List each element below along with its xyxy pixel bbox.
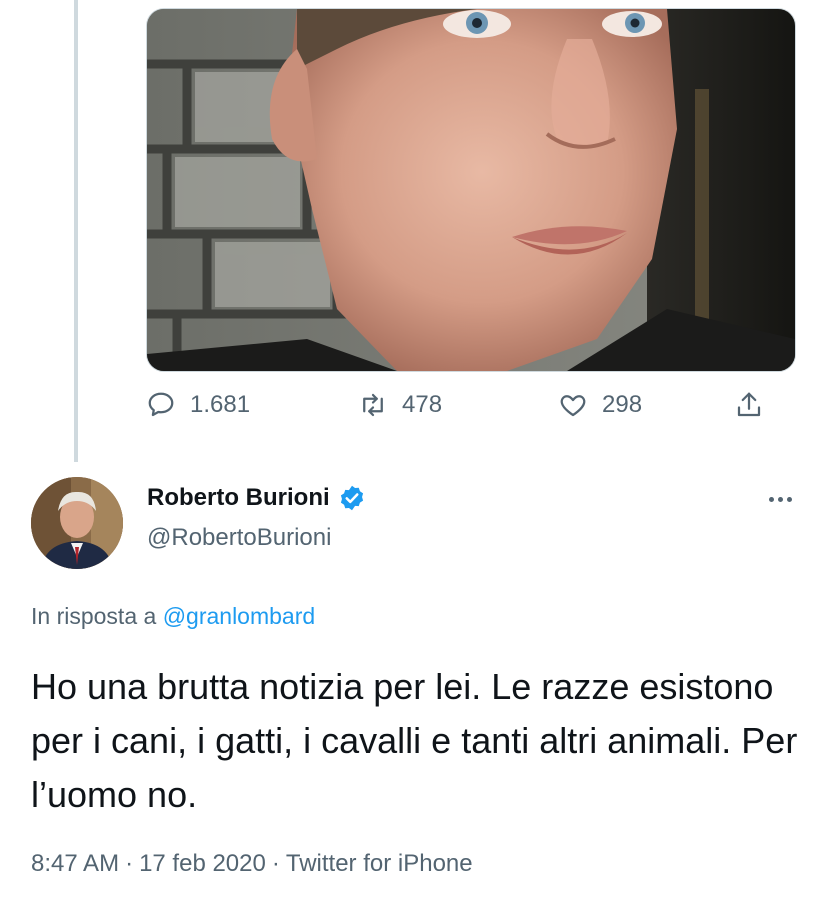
thread-connector-line (74, 0, 78, 462)
reply-prefix: In risposta a (31, 603, 157, 629)
like-count: 298 (602, 391, 643, 418)
like-action[interactable]: 298 (558, 390, 642, 420)
quoted-tweet-actions: 1.681 478 298 (146, 390, 806, 434)
reply-action[interactable]: 1.681 (146, 390, 250, 420)
tweet-metadata: 8:47 AM · 17 feb 2020 · Twitter for iPhone (31, 850, 473, 878)
verified-badge-icon (340, 485, 363, 511)
separator-dot: · (271, 850, 280, 877)
author-handle[interactable]: @RobertoBurioni (147, 524, 331, 552)
author-name-row[interactable]: Roberto Burioni (147, 484, 366, 512)
speech-bubble-icon (148, 392, 174, 417)
quoted-tweet-photo[interactable] (146, 8, 796, 372)
reply-count: 1.681 (190, 391, 251, 418)
tweet-time[interactable]: 8:47 AM (31, 850, 119, 877)
retweet-arrows-icon (363, 393, 383, 417)
heart-icon (560, 395, 586, 417)
share-upload-icon (737, 392, 761, 417)
reply-context: In risposta a @granlombard (31, 603, 315, 630)
retweet-action[interactable]: 478 (358, 390, 442, 420)
reply-to-mention-link[interactable]: @granlombard (163, 603, 315, 629)
tweet-date[interactable]: 17 feb 2020 (139, 850, 266, 877)
retweet-count: 478 (402, 391, 443, 418)
separator-dot: · (125, 850, 134, 877)
tweet-source: Twitter for iPhone (285, 850, 473, 877)
author-avatar[interactable] (31, 477, 123, 569)
more-dots-icon[interactable] (762, 484, 798, 514)
author-display-name[interactable]: Roberto Burioni (147, 484, 330, 512)
share-action[interactable] (734, 390, 764, 420)
tweet-text: Ho una brutta notizia per lei. Le razze … (31, 666, 798, 815)
